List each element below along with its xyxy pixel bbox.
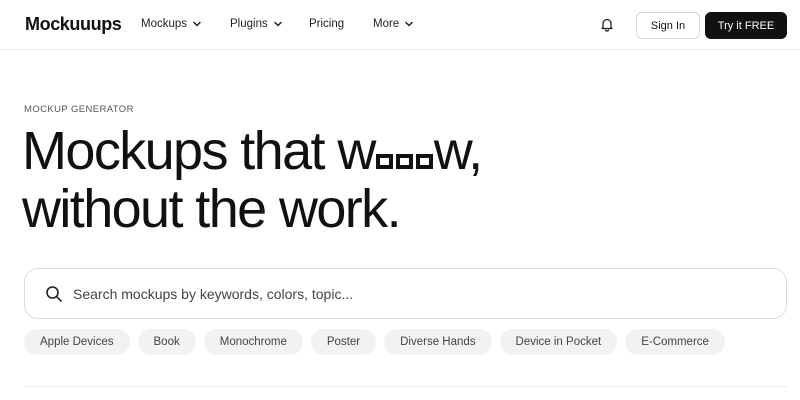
headline-line-1: Mockups that w w,	[22, 121, 483, 181]
sign-in-button[interactable]: Sign In	[636, 12, 700, 39]
nav-item-mockups[interactable]: Mockups	[141, 18, 202, 30]
logo[interactable]: Mockuuups	[25, 14, 122, 35]
tag-chip-book[interactable]: Book	[137, 329, 196, 355]
tag-chip-poster[interactable]: Poster	[310, 329, 377, 355]
nav-item-more[interactable]: More	[373, 18, 414, 30]
nav-item-label: Pricing	[309, 18, 345, 30]
tag-chip-device-in-pocket[interactable]: Device in Pocket	[499, 329, 618, 355]
square-o-glyph	[395, 154, 413, 169]
chevron-down-icon	[273, 21, 282, 27]
square-o-glyph	[375, 154, 393, 169]
tag-chip-monochrome[interactable]: Monochrome	[203, 329, 303, 355]
try-free-button[interactable]: Try it FREE	[705, 12, 787, 39]
nav-item-pricing[interactable]: Pricing	[309, 18, 344, 30]
headline-suffix: w,	[433, 121, 483, 181]
tag-chip-apple-devices[interactable]: Apple Devices	[24, 329, 130, 355]
tag-list: Apple Devices Book Monochrome Poster Div…	[24, 329, 725, 355]
tag-chip-diverse-hands[interactable]: Diverse Hands	[384, 329, 492, 355]
search-icon	[46, 286, 62, 302]
headline-prefix: Mockups that w	[22, 121, 376, 181]
search-input[interactable]	[73, 283, 753, 305]
section-divider	[24, 386, 787, 387]
chevron-down-icon	[405, 21, 413, 27]
headline-line-2: without the work.	[22, 179, 402, 239]
nav-item-label: Mockups	[141, 18, 188, 30]
eyebrow-label: MOCKUP GENERATOR	[24, 104, 134, 115]
chevron-down-icon	[193, 21, 201, 27]
hero-headline: Mockups that w w, without the work.	[22, 121, 483, 239]
nav-item-label: Plugins	[230, 18, 268, 30]
search-bar[interactable]	[24, 268, 787, 319]
bell-icon[interactable]	[600, 17, 614, 32]
top-nav: Mockuuups Mockups Plugins Pricing More S…	[0, 0, 800, 50]
tag-chip-e-commerce[interactable]: E-Commerce	[625, 329, 725, 355]
nav-item-plugins[interactable]: Plugins	[230, 18, 283, 30]
nav-item-label: More	[373, 18, 400, 30]
square-o-glyph	[415, 154, 433, 169]
square-o-glyphs	[375, 154, 433, 169]
